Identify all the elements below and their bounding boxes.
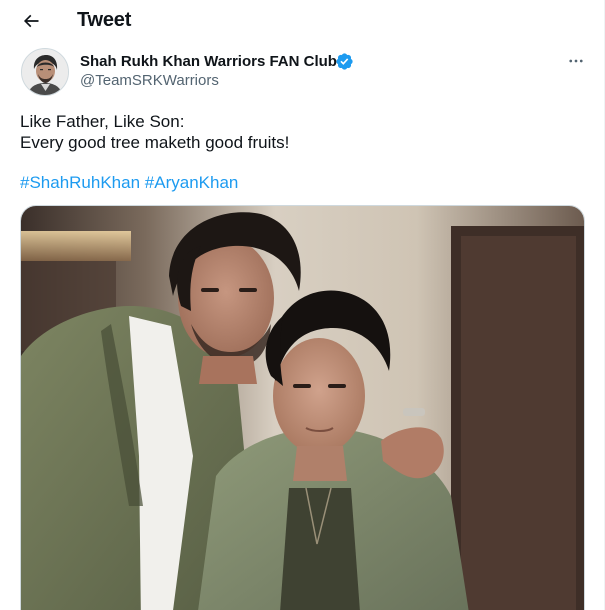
- arrow-left-icon: [23, 14, 39, 28]
- tweet-photo[interactable]: [20, 205, 585, 610]
- verified-badge-icon: [336, 53, 353, 70]
- tweet-text: Like Father, Like Son: Every good tree m…: [20, 111, 585, 153]
- tweet-text-line: Every good tree maketh good fruits!: [20, 133, 290, 152]
- author-name[interactable]: Shah Rukh Khan Warriors FAN Club: [80, 52, 337, 71]
- avatar[interactable]: [21, 48, 69, 96]
- tweet-page: Tweet Shah Rukh Khan Warriors FAN Club @…: [0, 0, 605, 610]
- hashtags: #ShahRuhKhan #AryanKhan: [20, 172, 238, 193]
- avatar-image: [22, 49, 68, 95]
- more-options-button[interactable]: [560, 48, 592, 74]
- page-title: Tweet: [77, 9, 132, 31]
- page-header: Tweet: [0, 0, 604, 40]
- more-horizontal-icon: [569, 59, 583, 63]
- tweet-text-line: Like Father, Like Son:: [20, 112, 185, 131]
- author-handle[interactable]: @TeamSRKWarriors: [80, 71, 219, 90]
- photo-image: [21, 206, 584, 610]
- hashtag-link[interactable]: #ShahRuhKhan: [20, 173, 140, 192]
- hashtag-link[interactable]: #AryanKhan: [145, 173, 239, 192]
- back-button[interactable]: [14, 4, 48, 38]
